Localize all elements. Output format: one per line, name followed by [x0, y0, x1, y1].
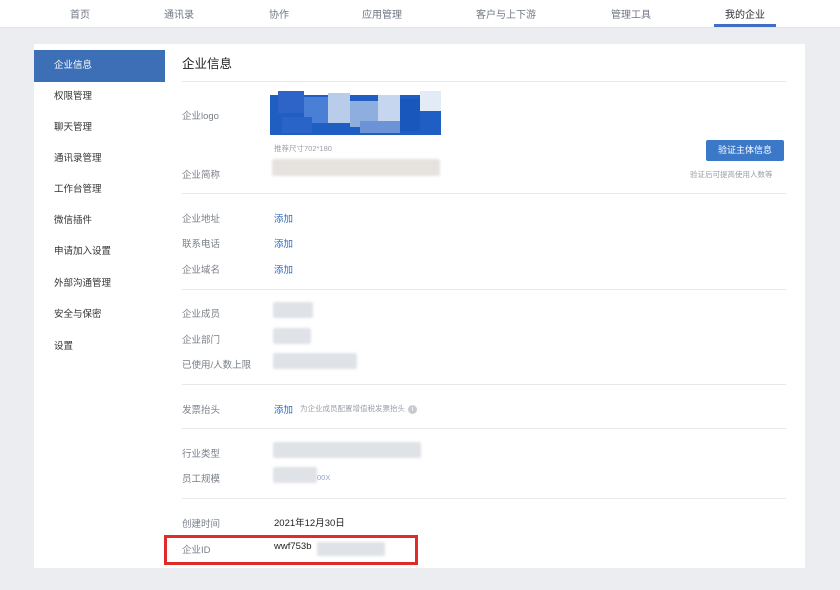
- info-icon[interactable]: i: [408, 404, 417, 414]
- company-name-blurred: [272, 159, 440, 176]
- nav-tab-my-company[interactable]: 我的企业: [705, 6, 785, 21]
- sidebar-item-contacts[interactable]: 通讯录管理: [34, 143, 165, 175]
- nav-tab-contacts[interactable]: 通讯录: [139, 6, 219, 21]
- company-logo-image[interactable]: [270, 91, 441, 139]
- sidebar-item-settings[interactable]: 设置: [34, 331, 165, 363]
- logo-label: 企业logo: [182, 111, 219, 122]
- nav-tab-collaboration[interactable]: 协作: [239, 6, 319, 21]
- company-name-label: 企业简称: [182, 170, 221, 181]
- nav-tab-home[interactable]: 首页: [40, 6, 120, 21]
- sidebar-item-external[interactable]: 外部沟通管理: [34, 268, 165, 300]
- page-title: 企业信息: [182, 57, 233, 71]
- sidebar-item-permissions[interactable]: 权限管理: [34, 81, 165, 113]
- phone-label: 联系电话: [182, 239, 221, 250]
- sidebar-item-join-settings[interactable]: 申请加入设置: [34, 236, 165, 268]
- nav-tab-customers[interactable]: 客户与上下游: [466, 6, 546, 21]
- add-address-link[interactable]: 添加: [274, 211, 293, 225]
- divider: [182, 498, 786, 499]
- created-date: 2021年12月30日: [274, 518, 345, 529]
- industry-value-blurred: [273, 442, 421, 458]
- add-invoice-link[interactable]: 添加: [274, 402, 293, 416]
- sidebar-item-workbench[interactable]: 工作台管理: [34, 174, 165, 206]
- user-limit-value-blurred: [273, 353, 357, 369]
- divider: [182, 428, 786, 429]
- user-limit-label: 已使用/人数上限: [182, 360, 252, 371]
- staff-size-value: 00X: [317, 473, 331, 482]
- divider: [182, 384, 786, 385]
- staff-size-blurred: [273, 467, 317, 483]
- members-value-blurred: [273, 302, 313, 318]
- sidebar: 企业信息 权限管理 聊天管理 通讯录管理 工作台管理 微信插件 申请加入设置 外…: [34, 44, 165, 568]
- corp-id-highlight-box: [164, 535, 418, 565]
- invoice-label: 发票抬头: [182, 405, 221, 416]
- divider: [182, 289, 786, 290]
- departments-label: 企业部门: [182, 335, 221, 346]
- members-label: 企业成员: [182, 309, 221, 320]
- sidebar-item-security[interactable]: 安全与保密: [34, 299, 165, 331]
- verify-hint: 验证后可提高使用人数等: [690, 170, 773, 179]
- sidebar-item-wechat-plugin[interactable]: 微信插件: [34, 205, 165, 237]
- divider: [182, 81, 786, 82]
- created-label: 创建时间: [182, 519, 221, 530]
- invoice-hint: 为企业成员配置增值税发票抬头 i: [300, 403, 417, 414]
- address-label: 企业地址: [182, 214, 221, 225]
- add-domain-link[interactable]: 添加: [274, 262, 293, 276]
- main-panel: 企业信息 企业logo 推荐尺寸702*180 企业简称 验证主体信息 验证后可…: [165, 44, 805, 568]
- domain-label: 企业域名: [182, 265, 221, 276]
- staff-size-label: 员工规模: [182, 474, 221, 485]
- nav-tab-tools[interactable]: 管理工具: [591, 6, 671, 21]
- add-phone-link[interactable]: 添加: [274, 236, 293, 250]
- industry-label: 行业类型: [182, 449, 221, 460]
- invoice-hint-text: 为企业成员配置增值税发票抬头: [300, 404, 405, 413]
- active-tab-indicator: [714, 24, 776, 27]
- logo-size-hint: 推荐尺寸702*180: [274, 144, 332, 153]
- top-nav: 首页 通讯录 协作 应用管理 客户与上下游 管理工具 我的企业: [0, 0, 840, 28]
- sidebar-item-company-info[interactable]: 企业信息: [34, 50, 165, 82]
- nav-tab-app-management[interactable]: 应用管理: [342, 6, 422, 21]
- departments-value-blurred: [273, 328, 311, 344]
- verify-entity-button[interactable]: 验证主体信息: [706, 140, 784, 161]
- divider: [182, 193, 786, 194]
- sidebar-item-chat[interactable]: 聊天管理: [34, 112, 165, 144]
